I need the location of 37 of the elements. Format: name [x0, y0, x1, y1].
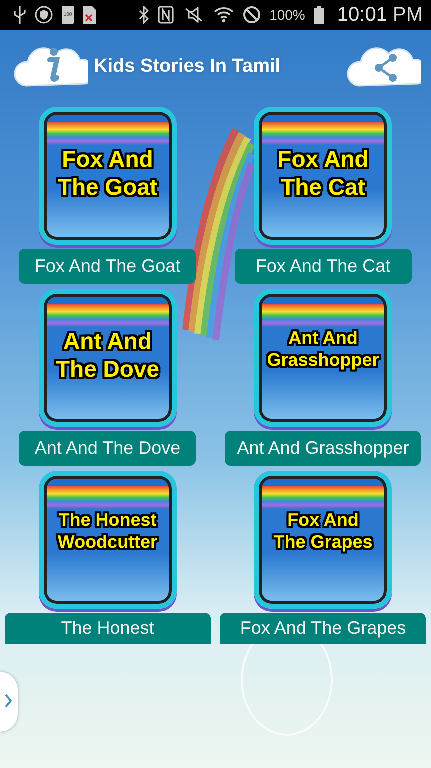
- usb-icon: [14, 6, 26, 24]
- blocked-icon: [242, 6, 261, 24]
- story-cover[interactable]: Fox And The Cat: [254, 107, 392, 245]
- story-title-button[interactable]: Fox And The Goat: [19, 249, 196, 284]
- battery-icon: [314, 6, 324, 24]
- wifi-icon: [214, 6, 234, 24]
- story-cover[interactable]: Fox And The Goat: [38, 107, 177, 245]
- chevron-right-icon: [5, 694, 13, 708]
- cover-title: Fox And: [278, 146, 369, 174]
- cover-title: The Honest: [58, 510, 157, 532]
- drawer-handle-button[interactable]: [0, 672, 18, 732]
- cover-title: Woodcutter: [58, 532, 158, 554]
- story-title-button[interactable]: Fox And The Grapes: [220, 613, 426, 644]
- app-title: Kids Stories In Tamil: [94, 56, 282, 78]
- cover-title: Grasshopper: [267, 350, 380, 372]
- cover-title: The Dove: [56, 356, 160, 384]
- story-cover[interactable]: The Honest Woodcutter: [38, 471, 177, 609]
- shield-icon: [35, 6, 53, 24]
- battery-percent: 100%: [270, 7, 306, 23]
- story-cover[interactable]: Fox And The Grapes: [254, 471, 392, 609]
- bluetooth-icon: [138, 6, 149, 24]
- cover-title: Fox And: [288, 510, 359, 532]
- story-title-button[interactable]: Ant And Grasshopper: [225, 431, 422, 466]
- story-title-button[interactable]: The Honest: [4, 613, 211, 644]
- clock-time: 10:01 PM: [337, 4, 423, 26]
- cover-title: Ant And: [63, 328, 152, 356]
- cover-title: The Cat: [281, 174, 366, 202]
- cover-title: The Goat: [58, 174, 158, 202]
- cover-title: The Grapes: [274, 532, 373, 554]
- story-title-button[interactable]: Ant And The Dove: [19, 431, 196, 466]
- story-cover[interactable]: Ant And Grasshopper: [254, 289, 392, 427]
- cover-title: Fox And: [62, 146, 154, 174]
- story-cover[interactable]: Ant And The Dove: [38, 289, 177, 427]
- cover-title: Ant And: [288, 328, 358, 350]
- story-title-button[interactable]: Fox And The Cat: [234, 249, 412, 284]
- sim-error-icon: [83, 6, 96, 24]
- nfc-icon: [158, 6, 174, 24]
